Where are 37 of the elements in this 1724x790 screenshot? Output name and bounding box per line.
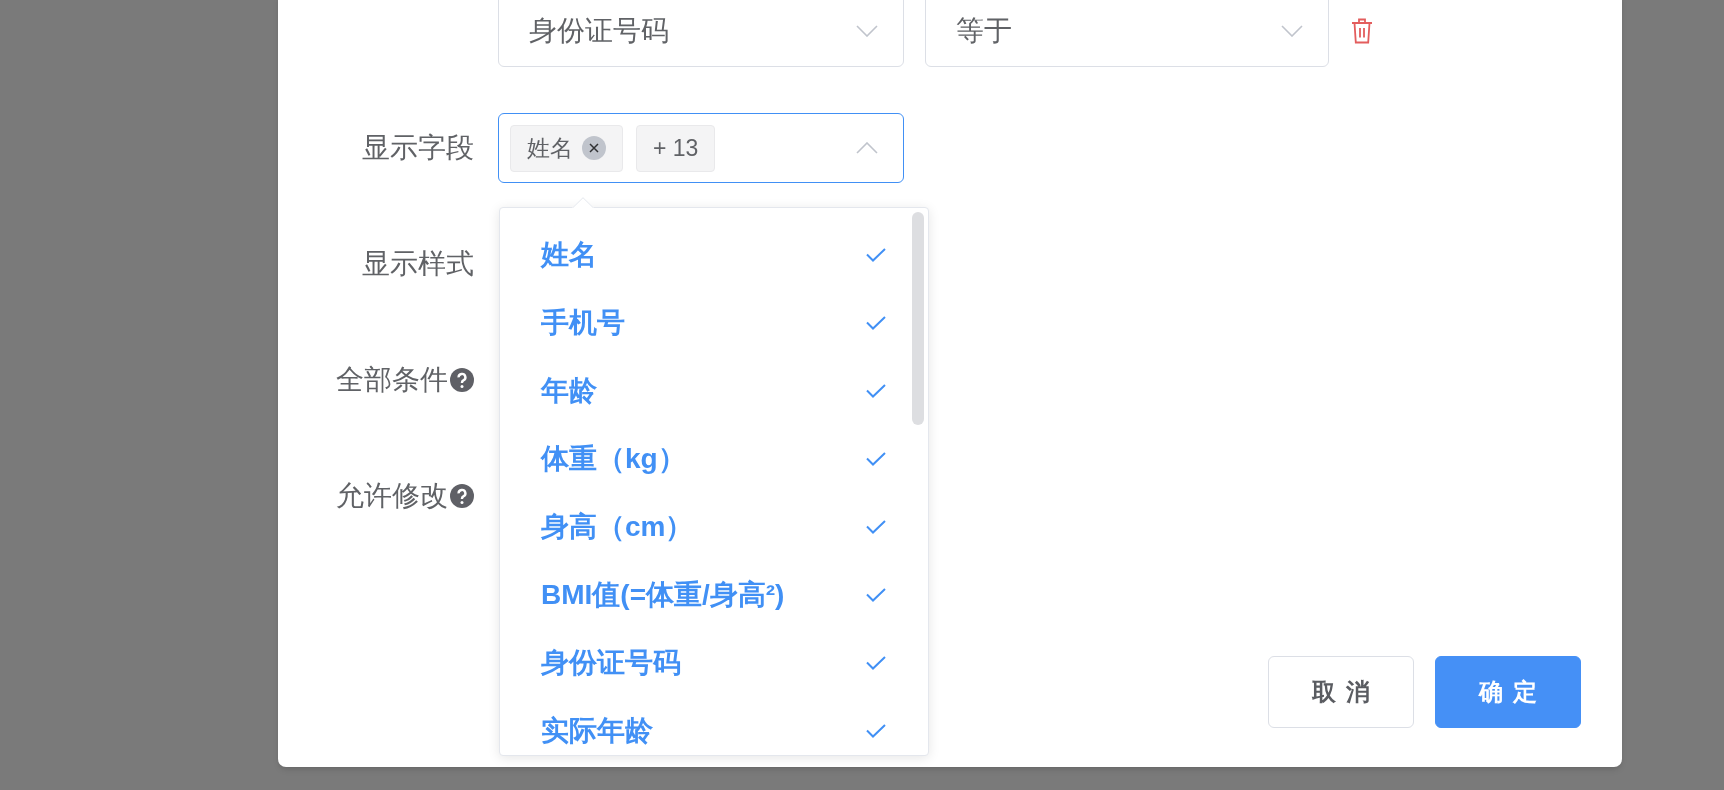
dropdown-option[interactable]: 手机号 [500, 289, 928, 357]
select-value: 等于 [956, 13, 1012, 48]
select-field[interactable]: 身份证号码 [498, 0, 904, 67]
check-icon [866, 656, 886, 670]
close-icon[interactable] [582, 136, 606, 160]
cancel-button[interactable]: 取消 [1268, 656, 1414, 728]
check-icon [866, 588, 886, 602]
field-label: 全部条件 [336, 363, 448, 397]
dropdown-option[interactable]: 年龄 [500, 357, 928, 425]
dropdown-option[interactable]: 实际年龄 [500, 697, 928, 755]
chevron-icon [1281, 24, 1303, 37]
confirm-button[interactable]: 确定 [1435, 656, 1581, 728]
dropdown-option[interactable]: 体重（kg） [500, 425, 928, 493]
check-icon [866, 248, 886, 262]
multi-select-field[interactable]: 姓名 + 13 [498, 113, 904, 183]
check-icon [866, 452, 886, 466]
field-label: 显示字段 [362, 131, 474, 165]
check-icon [866, 384, 886, 398]
select-field[interactable]: 等于 [925, 0, 1329, 67]
trash-icon[interactable] [1351, 17, 1373, 44]
dropdown-option[interactable]: 身高（cm） [500, 493, 928, 561]
check-icon [866, 520, 886, 534]
field-label: 显示样式 [362, 247, 474, 281]
chevron-icon [856, 24, 878, 37]
help-icon[interactable] [450, 368, 474, 392]
help-icon[interactable] [450, 484, 474, 508]
dropdown-option[interactable]: 身份证号码 [500, 629, 928, 697]
dropdown-option[interactable]: 姓名 [500, 221, 928, 289]
chevron-icon [856, 142, 878, 154]
tag-label: + 13 [653, 133, 699, 163]
tag-label: 姓名 [527, 133, 573, 163]
select-value: 身份证号码 [529, 13, 669, 48]
scrollbar-thumb[interactable] [912, 212, 924, 425]
field-label: 允许修改 [336, 479, 448, 513]
dropdown-option[interactable]: BMI值(=体重/身高²) [500, 561, 928, 629]
check-icon [866, 316, 886, 330]
check-icon [866, 724, 886, 738]
